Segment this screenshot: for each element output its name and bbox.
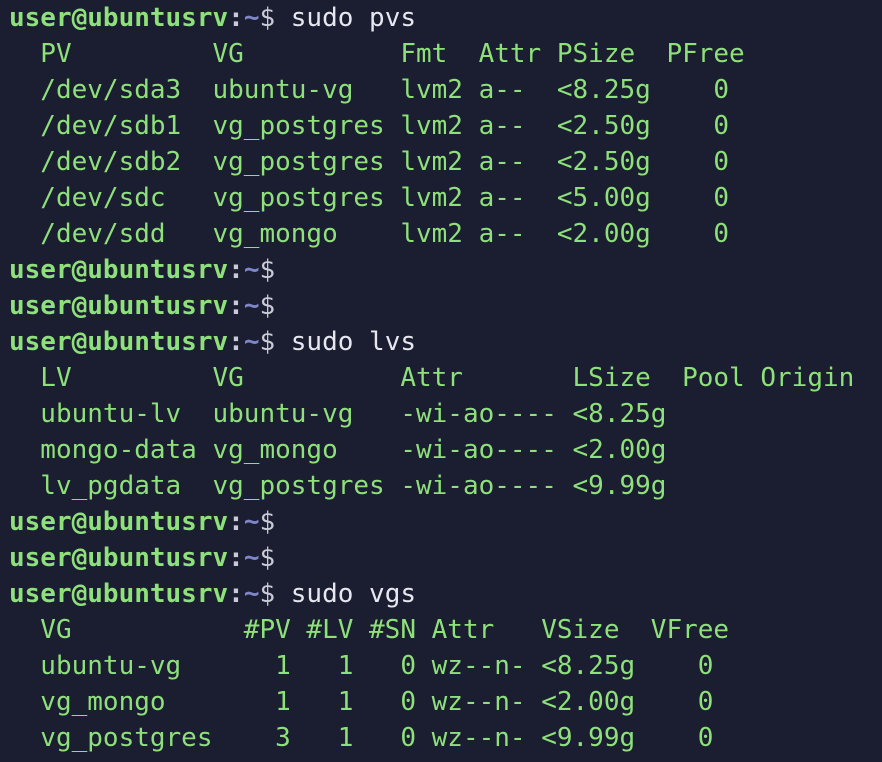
output-text: vg_mongo 1 1 0 wz--n- <2.00g 0 [9,687,714,717]
output-text: LV VG Attr LSize Pool Origin [9,363,855,393]
output-text: mongo-data vg_mongo -wi-ao---- <2.00g [9,435,667,465]
output-line: vg_mongo 1 1 0 wz--n- <2.00g 0 [9,684,882,720]
prompt-line: user@ubuntusrv:~$ [9,252,882,288]
prompt-user-host: user@ubuntusrv [9,543,229,573]
output-text: vg_postgres 3 1 0 wz--n- <9.99g 0 [9,723,714,753]
output-line: /dev/sdd vg_mongo lvm2 a-- <2.00g 0 [9,216,882,252]
output-line: ubuntu-lv ubuntu-vg -wi-ao---- <8.25g [9,396,882,432]
prompt-user-host: user@ubuntusrv [9,255,229,285]
output-line: ubuntu-vg 1 1 0 wz--n- <8.25g 0 [9,648,882,684]
command-text: sudo lvs [275,327,417,357]
output-text: /dev/sdb1 vg_postgres lvm2 a-- <2.50g 0 [9,111,730,141]
prompt-colon: : [228,3,244,33]
prompt-line: user@ubuntusrv:~$ sudo pvs [9,0,882,36]
output-line: lv_pgdata vg_postgres -wi-ao---- <9.99g [9,468,882,504]
prompt-path: ~ [243,291,260,321]
prompt-symbol: $ [259,507,276,537]
prompt-colon: : [228,579,244,609]
prompt-path: ~ [243,3,260,33]
prompt-line: user@ubuntusrv:~$ sudo vgs [9,576,882,612]
output-text: /dev/sdd vg_mongo lvm2 a-- <2.00g 0 [9,219,730,249]
prompt-symbol: $ [259,3,276,33]
prompt-user-host: user@ubuntusrv [9,507,229,537]
prompt-colon: : [228,327,244,357]
prompt-user-host: user@ubuntusrv [9,291,229,321]
output-line: PV VG Fmt Attr PSize PFree [9,36,882,72]
output-text: /dev/sdb2 vg_postgres lvm2 a-- <2.50g 0 [9,147,730,177]
prompt-symbol: $ [259,327,276,357]
prompt-line: user@ubuntusrv:~$ sudo lvs [9,324,882,360]
prompt-line: user@ubuntusrv:~$ [9,540,882,576]
prompt-path: ~ [243,507,260,537]
prompt-path: ~ [243,579,260,609]
output-text: lv_pgdata vg_postgres -wi-ao---- <9.99g [9,471,667,501]
command-text: sudo pvs [275,3,417,33]
prompt-line: user@ubuntusrv:~$ [9,504,882,540]
output-text: PV VG Fmt Attr PSize PFree [9,39,745,69]
terminal-window[interactable]: user@ubuntusrv:~$ sudo pvs PV VG Fmt Att… [0,0,882,762]
command-text: sudo vgs [275,579,417,609]
output-line: /dev/sdb1 vg_postgres lvm2 a-- <2.50g 0 [9,108,882,144]
output-text: VG #PV #LV #SN Attr VSize VFree [9,615,730,645]
output-line: /dev/sdc vg_postgres lvm2 a-- <5.00g 0 [9,180,882,216]
output-text: ubuntu-vg 1 1 0 wz--n- <8.25g 0 [9,651,714,681]
prompt-colon: : [228,543,244,573]
prompt-symbol: $ [259,543,276,573]
output-line: LV VG Attr LSize Pool Origin [9,360,882,396]
prompt-colon: : [228,507,244,537]
prompt-symbol: $ [259,579,276,609]
output-text: /dev/sdc vg_postgres lvm2 a-- <5.00g 0 [9,183,730,213]
output-line: vg_postgres 3 1 0 wz--n- <9.99g 0 [9,720,882,756]
prompt-path: ~ [243,543,260,573]
prompt-symbol: $ [259,291,276,321]
prompt-user-host: user@ubuntusrv [9,327,229,357]
prompt-colon: : [228,291,244,321]
output-text: /dev/sda3 ubuntu-vg lvm2 a-- <8.25g 0 [9,75,730,105]
output-line: VG #PV #LV #SN Attr VSize VFree [9,612,882,648]
prompt-line: user@ubuntusrv:~$ [9,288,882,324]
prompt-path: ~ [243,255,260,285]
prompt-path: ~ [243,327,260,357]
output-line: /dev/sdb2 vg_postgres lvm2 a-- <2.50g 0 [9,144,882,180]
prompt-user-host: user@ubuntusrv [9,3,229,33]
prompt-symbol: $ [259,255,276,285]
output-text: ubuntu-lv ubuntu-vg -wi-ao---- <8.25g [9,399,667,429]
prompt-colon: : [228,255,244,285]
prompt-user-host: user@ubuntusrv [9,579,229,609]
output-line: mongo-data vg_mongo -wi-ao---- <2.00g [9,432,882,468]
output-line: /dev/sda3 ubuntu-vg lvm2 a-- <8.25g 0 [9,72,882,108]
